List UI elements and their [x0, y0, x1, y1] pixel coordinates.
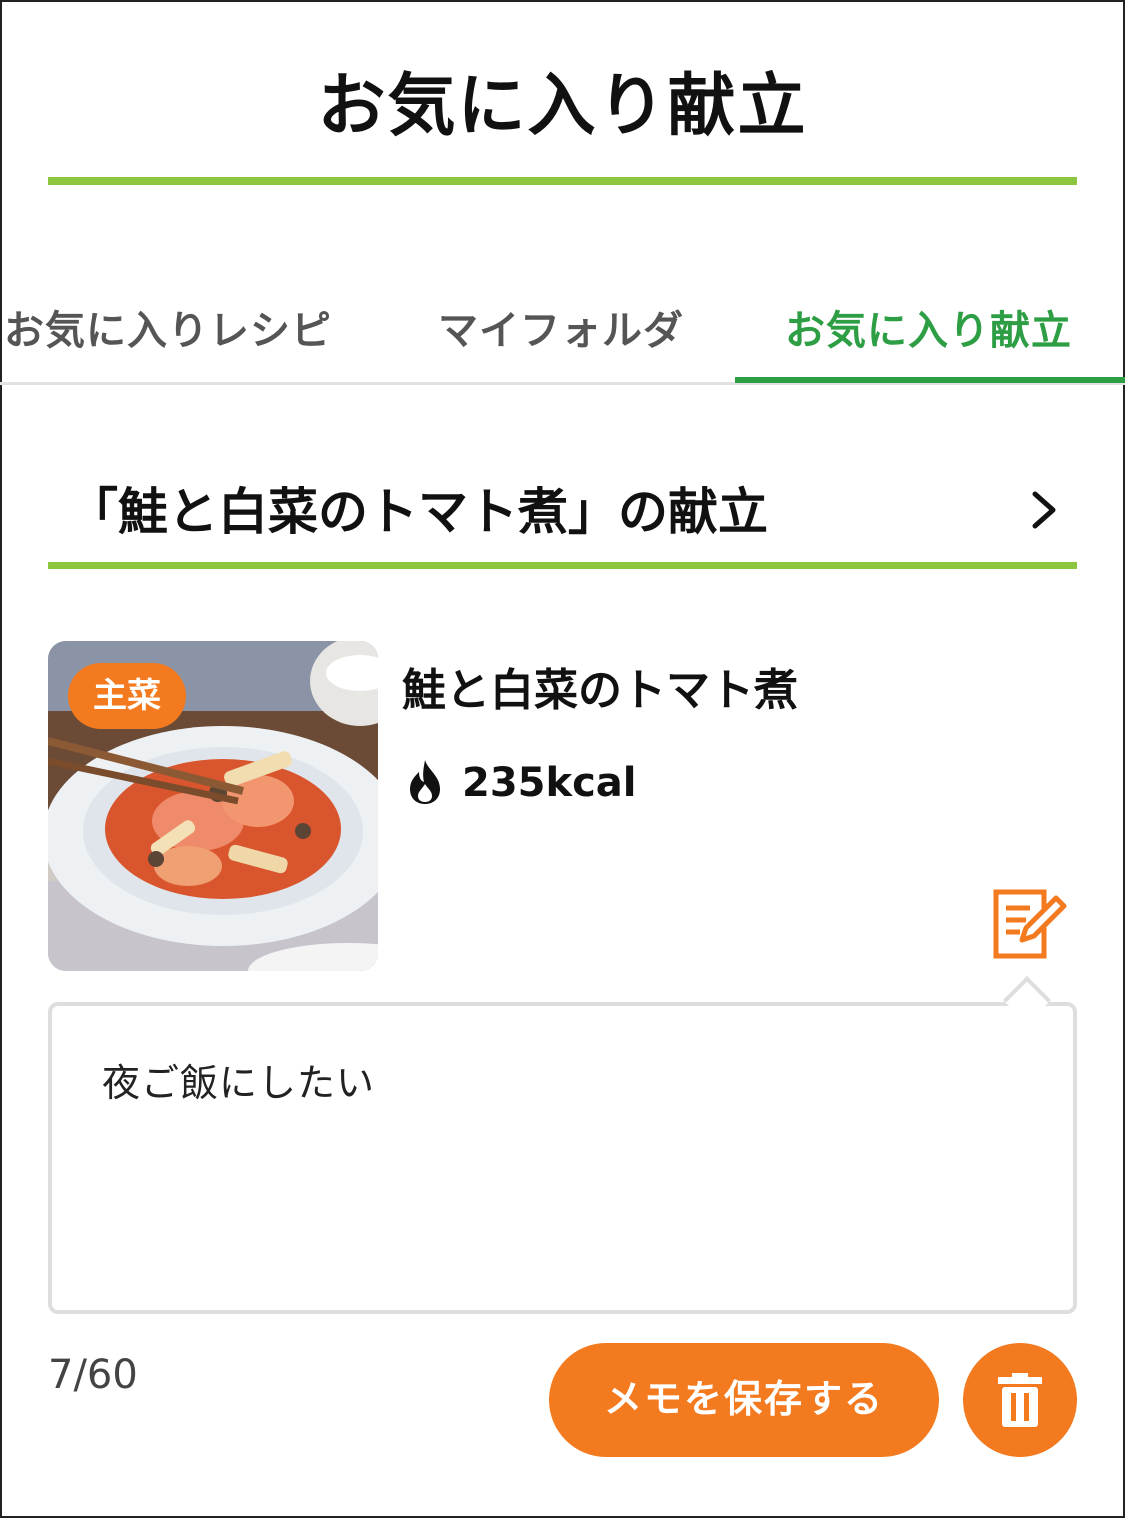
page-title: お気に入り献立: [317, 67, 808, 146]
tab-favorite-recipes[interactable]: お気に入りレシピ: [4, 298, 332, 356]
calorie-value: 235kcal: [462, 760, 637, 806]
tab-my-folder[interactable]: マイフォルダ: [438, 298, 684, 356]
memo-edit-icon[interactable]: [990, 884, 1070, 964]
memo-textarea[interactable]: [48, 1002, 1077, 1314]
tab-bar: お気に入りレシピ マイフォルダ お気に入り献立: [0, 290, 1125, 385]
active-tab-indicator: [735, 377, 1125, 383]
memo-text[interactable]: 夜ご飯にしたい: [102, 1052, 375, 1107]
title-divider: [48, 177, 1077, 185]
delete-memo-button[interactable]: [963, 1343, 1077, 1457]
menu-set-header[interactable]: 「鮭と白菜のトマト煮」の献立: [48, 466, 1077, 570]
chevron-right-icon: [1032, 491, 1056, 529]
trash-icon: [998, 1373, 1042, 1427]
category-badge: 主菜: [68, 663, 186, 729]
flame-icon: [410, 760, 440, 804]
menu-set-divider: [48, 562, 1077, 569]
menu-set-title: 「鮭と白菜のトマト煮」の献立: [68, 483, 768, 541]
memo-character-counter: 7/60: [48, 1352, 138, 1398]
tab-favorite-menus[interactable]: お気に入り献立: [785, 298, 1072, 356]
save-memo-button[interactable]: メモを保存する: [549, 1343, 939, 1457]
recipe-name[interactable]: 鮭と白菜のトマト煮: [402, 654, 798, 718]
